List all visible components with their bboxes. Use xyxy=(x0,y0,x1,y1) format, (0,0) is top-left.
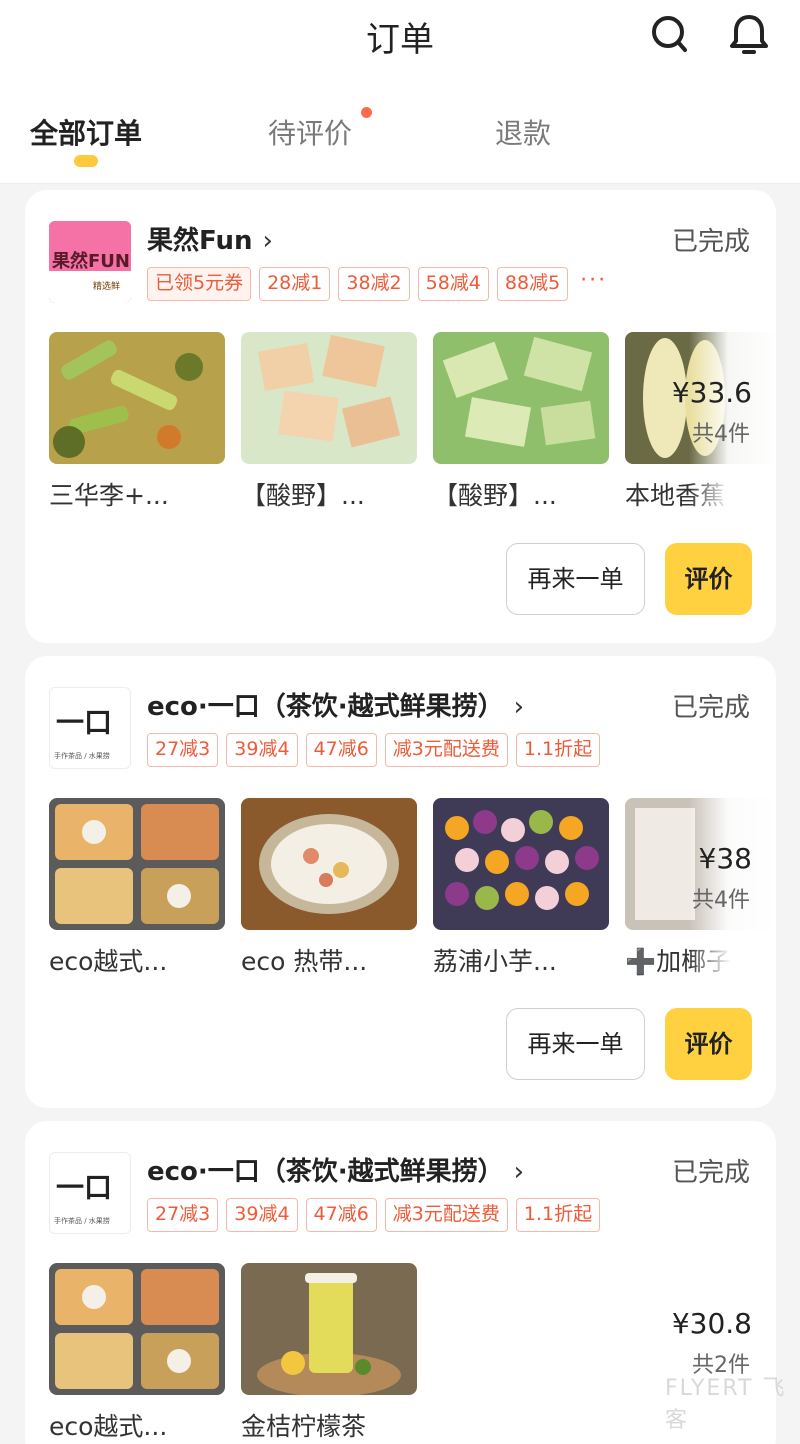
tab-pending-review[interactable]: 待评价 xyxy=(268,112,352,152)
top-bar: 订单 全部订单 待评价 退款 xyxy=(0,0,800,184)
item-name: eco 热带... xyxy=(241,947,368,976)
item-name: 金桔柠檬茶 xyxy=(241,1412,367,1441)
promo-tag: 88减5 xyxy=(496,267,569,301)
item-name: eco越式... xyxy=(49,1412,168,1441)
order-item[interactable]: eco越式... xyxy=(49,798,225,978)
order-item[interactable]: eco 热带... xyxy=(241,798,417,978)
item-image xyxy=(241,1263,417,1395)
review-button[interactable]: 评价 xyxy=(665,543,752,615)
tab-all-orders[interactable]: 全部订单 xyxy=(30,112,142,152)
order-price: ¥30.8 xyxy=(671,1307,752,1340)
order-item[interactable]: eco越式... xyxy=(49,1263,225,1443)
store-name[interactable]: 果然Fun › xyxy=(147,220,273,257)
item-name: 【酸野】... xyxy=(241,481,365,510)
promo-tag: 1.1折起 xyxy=(515,733,601,767)
item-image xyxy=(49,332,225,464)
item-name: 三华李+... xyxy=(49,481,169,510)
order-item[interactable]: 三华李+... xyxy=(49,332,225,512)
order-status: 已完成 xyxy=(671,693,750,723)
order-price: ¥38 xyxy=(698,842,752,875)
store-logo[interactable]: 一口 手作茶品 / 水果捞 xyxy=(49,1152,131,1234)
item-image xyxy=(433,798,609,930)
item-count: 共4件 xyxy=(692,888,750,913)
item-image xyxy=(241,798,417,930)
promo-tag: 38减2 xyxy=(338,267,410,301)
item-name: 荔浦小芋... xyxy=(433,947,557,976)
store-logo-sub: 手作茶品 / 水果捞 xyxy=(54,1216,110,1225)
order-card[interactable]: 果然FUN 精选鲜 果然Fun › 已完成 已领5元券 28减1 38减2 58减… xyxy=(25,190,776,643)
promo-tags: 27减3 39减4 47减6 减3元配送费 1.1折起 xyxy=(147,733,601,767)
review-button[interactable]: 评价 xyxy=(665,1008,752,1080)
store-logo[interactable]: 一口 手作茶品 / 水果捞 xyxy=(49,687,131,769)
store-name[interactable]: eco·一口（茶饮·越式鲜果捞） › xyxy=(147,686,524,723)
item-image xyxy=(433,332,609,464)
order-card[interactable]: 一口 手作茶品 / 水果捞 eco·一口（茶饮·越式鲜果捞） › 已完成 27减3… xyxy=(25,656,776,1108)
watermark: FLYERT 飞客 xyxy=(665,1376,787,1433)
promo-tag: 27减3 xyxy=(147,733,219,767)
search-icon[interactable] xyxy=(647,12,691,56)
promo-tag: 减3元配送费 xyxy=(384,733,508,767)
chevron-right-icon: › xyxy=(513,1157,525,1187)
chevron-right-icon: › xyxy=(513,692,525,722)
promo-tag: 27减3 xyxy=(147,1198,219,1232)
order-card[interactable]: 一口 手作茶品 / 水果捞 eco·一口（茶饮·越式鲜果捞） › 已完成 27减3… xyxy=(25,1121,776,1444)
store-logo-sub: 手作茶品 / 水果捞 xyxy=(54,751,110,760)
promo-tag: 47减6 xyxy=(305,1198,377,1232)
item-image xyxy=(49,1263,225,1395)
promo-tag: 39减4 xyxy=(226,1198,298,1232)
item-list[interactable]: eco越式... eco 热带... 荔浦小芋... ➕加椰子 xyxy=(49,798,776,978)
item-image xyxy=(241,332,417,464)
order-item[interactable]: 荔浦小芋... xyxy=(433,798,609,978)
promo-tag: 已领5元券 xyxy=(147,267,252,301)
reorder-button[interactable]: 再来一单 xyxy=(506,543,645,615)
promo-tag: 28减1 xyxy=(259,267,331,301)
notification-dot xyxy=(361,107,372,118)
promo-tags: 已领5元券 28减1 38减2 58减4 88减5 ··· xyxy=(147,267,607,301)
store-name[interactable]: eco·一口（茶饮·越式鲜果捞） › xyxy=(147,1151,524,1188)
item-count: 共4件 xyxy=(692,422,750,447)
store-logo-text: 果然FUN xyxy=(51,250,130,272)
promo-tags: 27减3 39减4 47减6 减3元配送费 1.1折起 xyxy=(147,1198,601,1232)
active-tab-indicator xyxy=(74,155,98,167)
item-name: eco越式... xyxy=(49,947,168,976)
item-name: 【酸野】... xyxy=(433,481,557,510)
bell-icon[interactable] xyxy=(727,12,771,56)
store-logo[interactable]: 果然FUN 精选鲜 xyxy=(49,221,131,303)
order-price: ¥33.6 xyxy=(671,376,752,409)
chevron-right-icon: › xyxy=(262,226,273,256)
store-logo-sub: 精选鲜 xyxy=(93,280,120,292)
order-item[interactable]: 【酸野】... xyxy=(241,332,417,512)
promo-tag: 47减6 xyxy=(305,733,377,767)
promo-tag: 39减4 xyxy=(226,733,298,767)
promo-tag: 1.1折起 xyxy=(515,1198,601,1232)
order-item[interactable]: 【酸野】... xyxy=(433,332,609,512)
order-status: 已完成 xyxy=(671,1158,750,1188)
tab-refund[interactable]: 退款 xyxy=(495,112,551,152)
order-status: 已完成 xyxy=(671,227,750,257)
item-list[interactable]: 三华李+... 【酸野】... 【酸野】... 本地香蕉 xyxy=(49,332,776,512)
more-tags-icon[interactable]: ··· xyxy=(576,267,607,301)
promo-tag: 58减4 xyxy=(417,267,489,301)
store-logo-text: 一口 xyxy=(56,1171,112,1204)
order-item[interactable]: 金桔柠檬茶 xyxy=(241,1263,417,1443)
promo-tag: 减3元配送费 xyxy=(384,1198,508,1232)
item-image xyxy=(49,798,225,930)
reorder-button[interactable]: 再来一单 xyxy=(506,1008,645,1080)
store-logo-text: 一口 xyxy=(56,706,112,739)
